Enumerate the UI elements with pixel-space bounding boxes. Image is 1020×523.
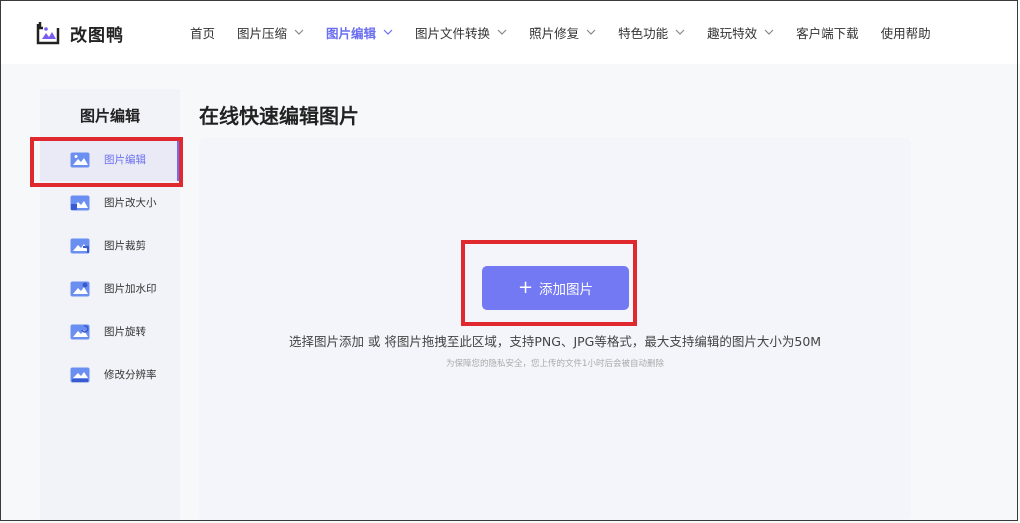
image-resolution-icon [70, 367, 90, 383]
nav-item-effects[interactable]: 趣玩特效 [707, 23, 774, 42]
sidebar-item-label: 图片改大小 [104, 197, 157, 209]
image-rotate-icon [70, 324, 90, 340]
sidebar-item-image-rotate[interactable]: 图片旋转 [40, 311, 180, 353]
sidebar-item-image-crop[interactable]: 图片裁剪 [40, 225, 180, 267]
annotation-highlight-add-button [461, 240, 637, 326]
chevron-down-icon [294, 29, 304, 35]
sidebar-title: 图片编辑 [79, 107, 140, 125]
main-nav: 首页 图片压缩 图片编辑 图片文件转换 照片修复 特色功能 趣玩特效 客户端下载… [190, 0, 953, 64]
image-crop-icon [70, 238, 90, 254]
chevron-down-icon [497, 29, 507, 35]
nav-item-compress[interactable]: 图片压缩 [237, 23, 304, 42]
chevron-down-icon [675, 29, 685, 35]
chevron-down-icon [383, 29, 393, 35]
chevron-down-icon [586, 29, 596, 35]
nav-item-convert[interactable]: 图片文件转换 [415, 23, 507, 42]
sidebar-item-label: 图片裁剪 [104, 240, 146, 252]
sidebar-item-image-resolution[interactable]: 修改分辨率 [40, 354, 180, 396]
upload-hint: 选择图片添加 或 将图片拖拽至此区域，支持PNG、JPG等格式，最大支持编辑的图… [288, 334, 822, 349]
nav-item-repair[interactable]: 照片修复 [529, 23, 596, 42]
top-header: 改图鸭 首页 图片压缩 图片编辑 图片文件转换 照片修复 特色功能 趣玩特效 客… [0, 0, 1020, 64]
image-watermark-icon [70, 281, 90, 297]
sidebar-item-label: 修改分辨率 [104, 369, 157, 381]
nav-item-home[interactable]: 首页 [190, 23, 215, 42]
image-resize-icon [70, 195, 90, 211]
annotation-highlight-sidebar [30, 137, 183, 187]
chevron-down-icon [764, 29, 774, 35]
logo[interactable]: 改图鸭 [34, 18, 124, 48]
nav-item-help[interactable]: 使用帮助 [881, 23, 931, 42]
sidebar-item-image-resize[interactable]: 图片改大小 [40, 182, 180, 224]
page-title: 在线快速编辑图片 [199, 104, 359, 128]
nav-item-features[interactable]: 特色功能 [618, 23, 685, 42]
sidebar-item-label: 图片旋转 [104, 326, 146, 338]
logo-icon [36, 22, 60, 45]
logo-text: 改图鸭 [70, 25, 124, 46]
upload-dropzone[interactable] [199, 138, 911, 521]
nav-item-download[interactable]: 客户端下载 [796, 23, 859, 42]
nav-item-edit[interactable]: 图片编辑 [326, 23, 393, 42]
sidebar-item-label: 图片加水印 [104, 283, 157, 295]
privacy-note: 为保障您的隐私安全，您上传的文件1小时后会被自动删除 [446, 359, 664, 369]
sidebar-item-image-watermark[interactable]: 图片加水印 [40, 268, 180, 310]
